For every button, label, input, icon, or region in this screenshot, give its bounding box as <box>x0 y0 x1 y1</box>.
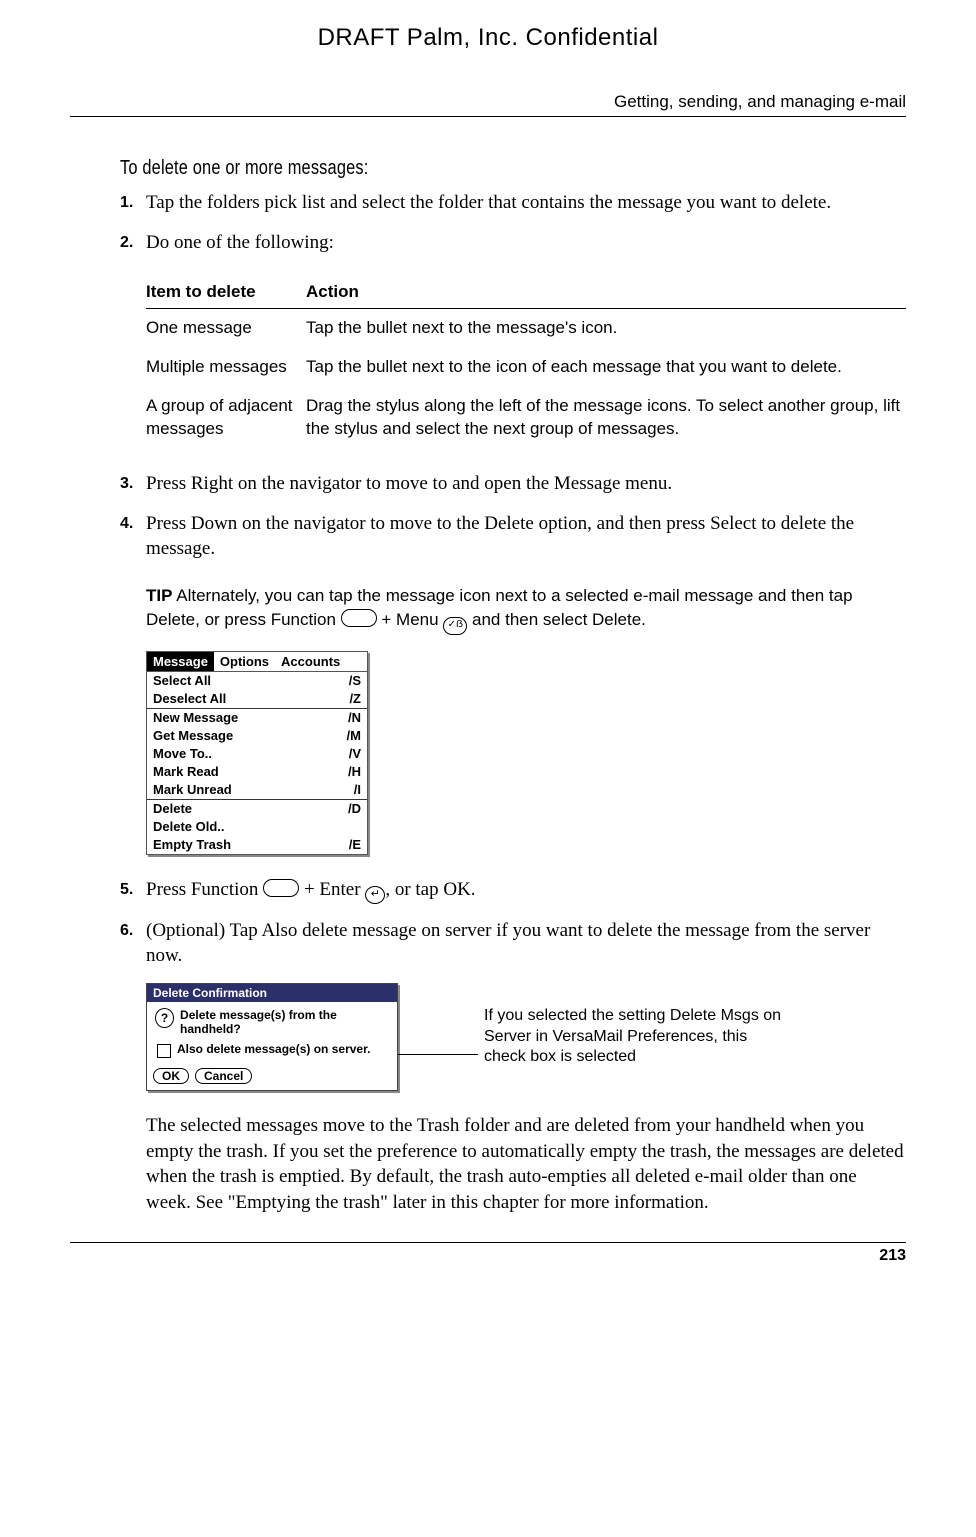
menu-bar: Message Options Accounts <box>147 652 367 672</box>
checkbox-icon <box>157 1044 171 1058</box>
cancel-button: Cancel <box>195 1068 252 1084</box>
step-text: Press Function + Enter ↵, or tap OK. <box>146 877 906 904</box>
function-key-icon <box>263 879 299 897</box>
dialog-checkbox-label: Also delete message(s) on server. <box>177 1042 370 1058</box>
menu-tab-options: Options <box>214 652 275 671</box>
menu-key-icon: ✓ẞ <box>443 617 467 635</box>
table-header: Item to delete Action <box>146 273 906 309</box>
table-cell: Multiple messages <box>146 356 306 379</box>
question-icon: ? <box>155 1008 174 1028</box>
table-header-cell: Item to delete <box>146 281 306 304</box>
menu-item: Delete/D <box>147 799 367 818</box>
menu-item: Deselect All/Z <box>147 690 367 708</box>
step-text: Do one of the following: <box>146 230 906 256</box>
menu-tab-message: Message <box>147 652 214 671</box>
table-row: One message Tap the bullet next to the m… <box>146 309 906 348</box>
table-cell: Drag the stylus along the left of the me… <box>306 395 906 441</box>
tip-text-post: and then select Delete. <box>467 610 646 629</box>
dialog-title: Delete Confirmation <box>147 984 397 1002</box>
step-number: 4. <box>120 511 146 562</box>
page-footer: 213 <box>70 1242 906 1265</box>
page-number: 213 <box>879 1247 906 1264</box>
callout-text: If you selected the setting Delete Msgs … <box>484 1006 784 1068</box>
tip-label: TIP <box>146 586 172 605</box>
dialog-message: Delete message(s) from the handheld? <box>180 1008 389 1036</box>
ok-button: OK <box>153 1068 189 1084</box>
step-number: 6. <box>120 918 146 969</box>
step-text: (Optional) Tap Also delete message on se… <box>146 918 906 969</box>
step-number: 1. <box>120 190 146 216</box>
function-key-icon <box>341 609 377 627</box>
dialog-screenshot: Delete Confirmation ? Delete message(s) … <box>146 983 398 1091</box>
closing-paragraph: The selected messages move to the Trash … <box>146 1113 906 1216</box>
step-1: 1. Tap the folders pick list and select … <box>120 190 906 216</box>
table-cell: Tap the bullet next to the message's ico… <box>306 317 906 340</box>
menu-item: New Message/N <box>147 708 367 727</box>
table-cell: One message <box>146 317 306 340</box>
menu-list: Select All/S Deselect All/Z New Message/… <box>147 672 367 854</box>
step-text: Press Down on the navigator to move to t… <box>146 511 906 562</box>
table-row: A group of adjacent messages Drag the st… <box>146 387 906 449</box>
draft-header: DRAFT Palm, Inc. Confidential <box>70 24 906 52</box>
table-cell: Tap the bullet next to the icon of each … <box>306 356 906 379</box>
step-2: 2. Do one of the following: <box>120 230 906 256</box>
step-4: 4. Press Down on the navigator to move t… <box>120 511 906 562</box>
step-number: 3. <box>120 471 146 497</box>
menu-item: Empty Trash/E <box>147 836 367 854</box>
menu-item: Delete Old.. <box>147 818 367 836</box>
menu-item: Mark Unread/I <box>147 781 367 799</box>
step-text: Press Right on the navigator to move to … <box>146 471 906 497</box>
running-head: Getting, sending, and managing e-mail <box>70 92 906 117</box>
menu-item: Mark Read/H <box>147 763 367 781</box>
step-6: 6. (Optional) Tap Also delete message on… <box>120 918 906 969</box>
table-cell: A group of adjacent messages <box>146 395 306 441</box>
menu-item: Move To../V <box>147 745 367 763</box>
step-5: 5. Press Function + Enter ↵, or tap OK. <box>120 877 906 904</box>
tip-text-mid: + Menu <box>377 610 444 629</box>
tip-block: TIP Alternately, you can tap the message… <box>146 584 906 635</box>
table-row: Multiple messages Tap the bullet next to… <box>146 348 906 387</box>
step-number: 2. <box>120 230 146 256</box>
step-number: 5. <box>120 877 146 904</box>
menu-screenshot: Message Options Accounts Select All/S De… <box>146 651 368 855</box>
menu-item: Select All/S <box>147 672 367 690</box>
step-3: 3. Press Right on the navigator to move … <box>120 471 906 497</box>
menu-item: Get Message/M <box>147 727 367 745</box>
menu-tab-accounts: Accounts <box>275 652 346 671</box>
table-header-cell: Action <box>306 281 906 304</box>
step-text: Tap the folders pick list and select the… <box>146 190 906 216</box>
enter-key-icon: ↵ <box>365 886 385 904</box>
section-title: To delete one or more messages: <box>120 157 765 180</box>
callout-line <box>398 1054 478 1055</box>
